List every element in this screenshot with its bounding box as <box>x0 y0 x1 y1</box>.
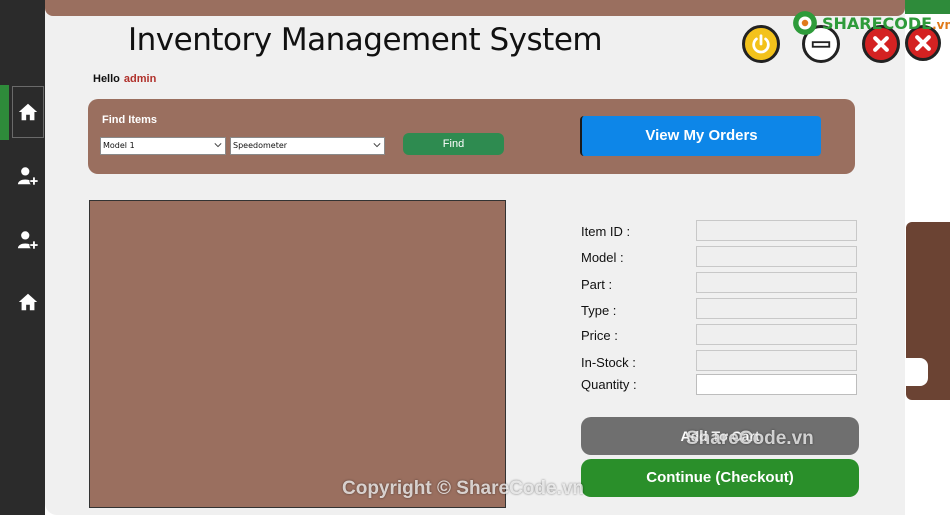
find-items-label: Find Items <box>102 114 158 126</box>
in-stock-field <box>696 350 857 371</box>
sidebar <box>0 0 45 515</box>
app-title: Inventory Management System <box>128 22 603 58</box>
chevron-down-icon <box>373 143 381 148</box>
username: admin <box>123 73 157 85</box>
price-field <box>696 324 857 345</box>
top-bar <box>45 0 905 16</box>
model-label: Model : <box>581 250 624 265</box>
sidebar-item-home-2[interactable] <box>12 276 44 328</box>
close-icon <box>915 35 931 51</box>
sharecode-logo: SHARECODE.vn <box>792 10 950 36</box>
in-stock-label: In-Stock : <box>581 355 636 370</box>
item-image-preview <box>89 200 506 508</box>
item-id-label: Item ID : <box>581 224 631 239</box>
add-user-icon <box>17 231 39 250</box>
close-icon <box>873 36 889 52</box>
part-label: Part : <box>581 277 613 292</box>
sidebar-item-home[interactable] <box>12 86 44 138</box>
power-icon <box>752 34 770 54</box>
drawer-knob[interactable] <box>906 358 928 386</box>
model-select-value: Model 1 <box>103 141 135 150</box>
greeting-text: Hello <box>93 73 120 85</box>
add-user-icon <box>17 167 39 186</box>
home-icon <box>18 103 38 121</box>
watermark-copyright: Copyright © ShareCode.vn <box>342 478 585 499</box>
find-button[interactable]: Find <box>403 133 504 155</box>
item-id-field <box>696 220 857 241</box>
greeting: Hello admin <box>93 73 156 85</box>
part-select-value: Speedometer <box>233 141 288 150</box>
find-items-panel: Find Items Model 1 Speedometer Find View… <box>88 99 855 174</box>
logo-icon <box>793 11 817 35</box>
price-label: Price : <box>581 328 618 343</box>
part-select[interactable]: Speedometer <box>230 137 385 155</box>
model-select[interactable]: Model 1 <box>100 137 226 155</box>
type-field <box>696 298 857 319</box>
home-icon <box>18 293 38 311</box>
quantity-input[interactable] <box>696 374 857 395</box>
type-label: Type : <box>581 303 617 318</box>
sidebar-item-add-user-2[interactable] <box>12 214 44 266</box>
sidebar-item-add-user[interactable] <box>12 150 44 202</box>
view-orders-button[interactable]: View My Orders <box>580 116 821 156</box>
watermark-center: ShareCode.vn <box>686 428 814 449</box>
side-drawer-handle[interactable] <box>906 222 950 400</box>
power-button[interactable] <box>742 25 780 63</box>
logo-text: SHARECODE.vn <box>822 13 950 33</box>
chevron-down-icon <box>214 143 222 148</box>
quantity-label: Quantity : <box>581 377 637 392</box>
checkout-button[interactable]: Continue (Checkout) <box>581 459 859 497</box>
sidebar-active-indicator <box>0 85 9 140</box>
model-field <box>696 246 857 267</box>
minimize-icon <box>811 41 831 48</box>
part-field <box>696 272 857 293</box>
